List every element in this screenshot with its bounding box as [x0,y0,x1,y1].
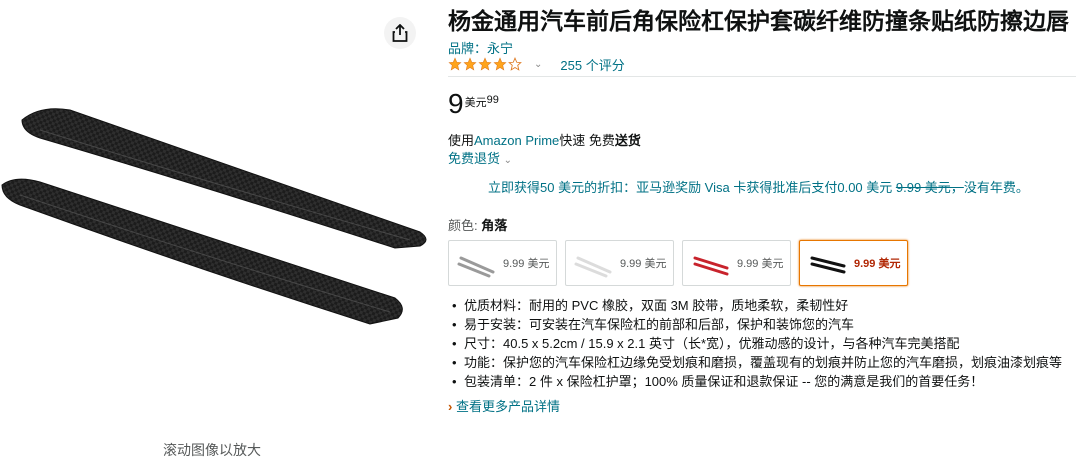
promo-text: 立即获得50 美元的折扣：亚马逊奖励 Visa 卡获得批准后支付0.00 美元 [488,180,893,195]
feature-bullet: 易于安装：可安装在汽车保险杠的前部和后部，保护和装饰您的汽车 [448,315,1078,334]
color-label: 颜色: 角落 [448,215,507,234]
zoom-hint: 滚动图像以放大 [163,442,261,458]
color-label-text: 颜色: [448,218,482,233]
star-full-icon [478,57,492,71]
swatch-price: 9.99 美元 [737,258,784,270]
chevron-down-icon[interactable]: ⌄ [534,59,542,70]
star-full-icon [493,57,507,71]
see-more-link[interactable]: › 查看更多产品详情 [448,396,560,415]
price-whole: 9 [448,88,464,119]
price-currency: 美元 [464,97,487,109]
prime-link[interactable]: Amazon Prime [474,133,559,148]
star-full-icon [463,57,477,71]
color-swatches: 9.99 美元 9.99 美元 9.99 美元 9.99 美元 [448,240,908,286]
swatch-price: 9.99 美元 [854,258,901,270]
feature-bullet: 包装清单：2 件 x 保险杠护罩；100% 质量保证和退款保证 -- 您的满意是… [448,372,1078,391]
swatch-red[interactable]: 9.99 美元 [682,240,791,286]
promo-tail: 没有年费。 [963,180,1029,195]
chevron-right-icon: › [448,399,453,414]
color-value: 角落 [481,218,508,233]
swatch-black-selected[interactable]: 9.99 美元 [799,240,908,286]
chevron-down-icon: ⌄ [503,155,513,166]
returns-label: 免费退货 [448,151,501,166]
swatch-white[interactable]: 9.99 美元 [565,240,674,286]
promo-banner[interactable]: 立即获得50 美元的折扣：亚马逊奖励 Visa 卡获得批准后支付0.00 美元 … [488,177,1029,196]
share-icon [392,24,408,42]
strip-thumbnail [810,256,846,274]
returns-link[interactable]: 免费退货 ⌄ [448,148,512,167]
star-empty-icon [508,57,522,71]
feature-bullet: 优质材料：耐用的 PVC 橡胶，双面 3M 胶带，质地柔软，柔韧性好 [448,296,1078,315]
price-fraction: 99 [486,94,499,106]
see-more-label: 查看更多产品详情 [455,399,560,414]
share-button[interactable] [384,17,416,49]
swatch-gray[interactable]: 9.99 美元 [448,240,557,286]
strip-thumbnail [457,256,495,278]
rating-count-link[interactable]: 255 个评分 [560,55,624,74]
shipping-prefix: 使用 [448,133,475,148]
price: 9 美元 99 [448,88,499,120]
promo-strike: 9.99 美元， [895,180,964,195]
strip-thumbnail [574,256,612,278]
product-title: 杨金通用汽车前后角保险杠保护套碳纤维防撞条贴纸防擦边唇 [448,9,1069,35]
star-rating[interactable] [448,57,522,71]
feature-bullets: 优质材料：耐用的 PVC 橡胶，双面 3M 胶带，质地柔软，柔韧性好 易于安装：… [448,296,1078,391]
shipping-mid: 快速 免费 [559,133,615,148]
star-full-icon [448,57,462,71]
rating-row: ⌄ 255 个评分 [448,55,625,73]
product-image[interactable] [0,90,430,350]
feature-bullet: 功能：保护您的汽车保险杠边缘免受划痕和磨损，覆盖现有的划痕并防止您的汽车磨损，划… [448,353,1078,372]
shipping-bold: 送货 [614,133,641,148]
swatch-price: 9.99 美元 [503,258,550,270]
image-gallery: 滚动图像以放大 [0,0,430,465]
feature-bullet: 尺寸：40.5 x 5.2cm / 15.9 x 2.1 英寸（长*宽），优雅动… [448,334,1078,353]
shipping-info: 使用Amazon Prime快速 免费送货 [448,130,641,149]
divider [448,76,1076,77]
swatch-price: 9.99 美元 [620,258,667,270]
strip-thumbnail [693,256,729,276]
